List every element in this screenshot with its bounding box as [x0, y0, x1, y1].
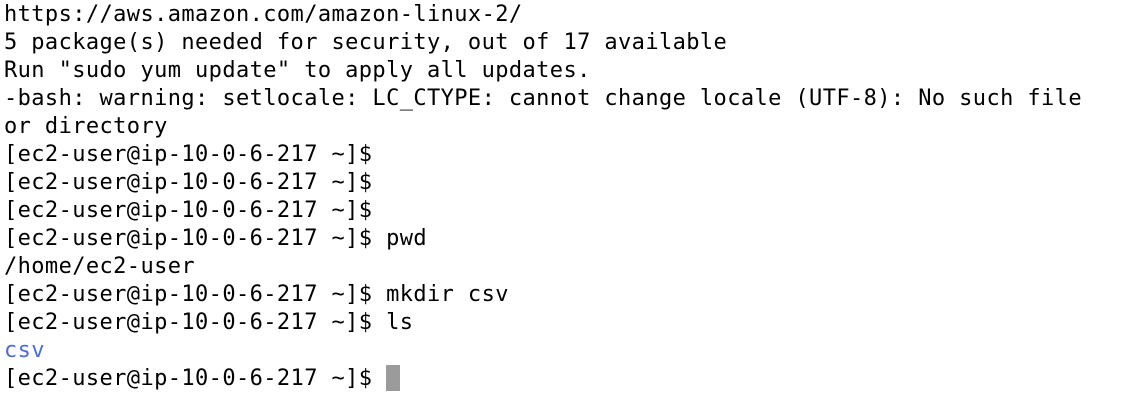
- security-updates-line: 5 package(s) needed for security, out of…: [4, 30, 728, 55]
- motd-url-line: https://aws.amazon.com/amazon-linux-2/: [4, 2, 523, 27]
- prompt-line: [ec2-user@ip-10-0-6-217 ~]$: [4, 170, 373, 195]
- command-pwd-line: [ec2-user@ip-10-0-6-217 ~]$ pwd: [4, 226, 427, 251]
- terminal-window[interactable]: https://aws.amazon.com/amazon-linux-2/ 5…: [0, 0, 1122, 402]
- command-ls-line: [ec2-user@ip-10-0-6-217 ~]$ ls: [4, 310, 414, 335]
- active-prompt-line[interactable]: [ec2-user@ip-10-0-6-217 ~]$: [4, 365, 1122, 393]
- locale-warning-continuation: or directory: [4, 114, 168, 139]
- prompt-line: [ec2-user@ip-10-0-6-217 ~]$: [4, 142, 373, 167]
- locale-warning-line: -bash: warning: setlocale: LC_CTYPE: can…: [4, 86, 1082, 111]
- command-mkdir-line: [ec2-user@ip-10-0-6-217 ~]$ mkdir csv: [4, 282, 509, 307]
- prompt-line: [ec2-user@ip-10-0-6-217 ~]$: [4, 198, 373, 223]
- ls-output-directory: csv: [4, 338, 45, 363]
- text-cursor: [386, 365, 401, 391]
- active-prompt-text: [ec2-user@ip-10-0-6-217 ~]$: [4, 366, 387, 391]
- update-hint-line: Run "sudo yum update" to apply all updat…: [4, 58, 591, 83]
- pwd-output-line: /home/ec2-user: [4, 254, 196, 279]
